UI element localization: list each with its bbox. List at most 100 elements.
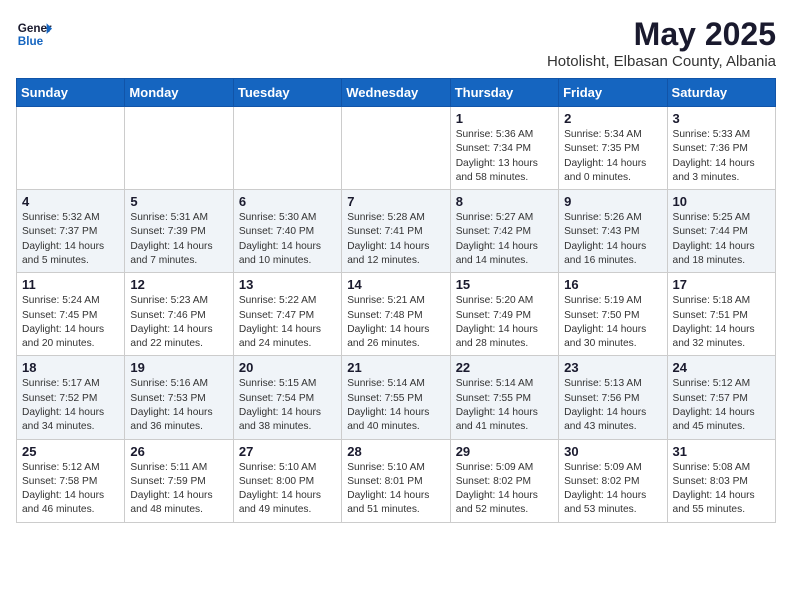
logo-icon: General Blue bbox=[16, 16, 52, 52]
cell-details: Sunrise: 5:10 AMSunset: 8:00 PMDaylight:… bbox=[239, 461, 336, 518]
day-number: 26 bbox=[130, 444, 227, 459]
cell-details: Sunrise: 5:16 AMSunset: 7:53 PMDaylight:… bbox=[130, 377, 227, 434]
calendar-cell: 25 Sunrise: 5:12 AMSunset: 7:58 PMDayligh… bbox=[17, 439, 125, 522]
cell-details: Sunrise: 5:18 AMSunset: 7:51 PMDaylight:… bbox=[673, 294, 770, 351]
calendar-cell: 28Sunrise: 5:10 AMSunset: 8:01 PMDayligh… bbox=[342, 439, 450, 522]
cell-details: Sunrise: 5:12 AMSunset: 7:58 PMDaylight:… bbox=[22, 461, 119, 518]
weekday-header-row: SundayMondayTuesdayWednesdayThursdayFrid… bbox=[17, 79, 776, 107]
svg-text:Blue: Blue bbox=[18, 35, 44, 48]
day-number: 7 bbox=[347, 194, 444, 209]
calendar-cell bbox=[342, 107, 450, 190]
cell-details: Sunrise: 5:19 AMSunset: 7:50 PMDaylight:… bbox=[564, 294, 661, 351]
calendar-cell: 5 Sunrise: 5:31 AMSunset: 7:39 PMDaylight… bbox=[125, 190, 233, 273]
cell-details: Sunrise: 5:23 AMSunset: 7:46 PMDaylight:… bbox=[130, 294, 227, 351]
weekday-header-saturday: Saturday bbox=[667, 79, 775, 107]
cell-details: Sunrise: 5:28 AMSunset: 7:41 PMDaylight:… bbox=[347, 211, 444, 268]
day-number: 29 bbox=[456, 444, 553, 459]
cell-details: Sunrise: 5:34 AMSunset: 7:35 PMDaylight:… bbox=[564, 128, 661, 185]
calendar-cell: 22Sunrise: 5:14 AMSunset: 7:55 PMDayligh… bbox=[450, 356, 558, 439]
day-number: 5 bbox=[130, 194, 227, 209]
calendar-cell: 6 Sunrise: 5:30 AMSunset: 7:40 PMDaylight… bbox=[233, 190, 341, 273]
cell-details: Sunrise: 5:10 AMSunset: 8:01 PMDaylight:… bbox=[347, 461, 444, 518]
calendar-cell: 1 Sunrise: 5:36 AMSunset: 7:34 PMDaylight… bbox=[450, 107, 558, 190]
calendar-cell: 16 Sunrise: 5:19 AMSunset: 7:50 PMDayligh… bbox=[559, 273, 667, 356]
calendar-cell: 29 Sunrise: 5:09 AMSunset: 8:02 PMDayligh… bbox=[450, 439, 558, 522]
calendar-cell: 10 Sunrise: 5:25 AMSunset: 7:44 PMDayligh… bbox=[667, 190, 775, 273]
day-number: 27 bbox=[239, 444, 336, 459]
calendar-cell: 24 Sunrise: 5:12 AMSunset: 7:57 PMDayligh… bbox=[667, 356, 775, 439]
day-number: 31 bbox=[673, 444, 770, 459]
day-number: 8 bbox=[456, 194, 553, 209]
calendar-cell: 2 Sunrise: 5:34 AMSunset: 7:35 PMDaylight… bbox=[559, 107, 667, 190]
week-row-3: 11 Sunrise: 5:24 AMSunset: 7:45 PMDayligh… bbox=[17, 273, 776, 356]
calendar-cell: 13Sunrise: 5:22 AMSunset: 7:47 PMDayligh… bbox=[233, 273, 341, 356]
weekday-header-monday: Monday bbox=[125, 79, 233, 107]
week-row-2: 4Sunrise: 5:32 AMSunset: 7:37 PMDaylight… bbox=[17, 190, 776, 273]
day-number: 6 bbox=[239, 194, 336, 209]
calendar-cell: 31 Sunrise: 5:08 AMSunset: 8:03 PMDayligh… bbox=[667, 439, 775, 522]
calendar-cell: 18 Sunrise: 5:17 AMSunset: 7:52 PMDayligh… bbox=[17, 356, 125, 439]
cell-details: Sunrise: 5:31 AMSunset: 7:39 PMDaylight:… bbox=[130, 211, 227, 268]
week-row-1: 1 Sunrise: 5:36 AMSunset: 7:34 PMDaylight… bbox=[17, 107, 776, 190]
calendar-cell: 17 Sunrise: 5:18 AMSunset: 7:51 PMDayligh… bbox=[667, 273, 775, 356]
calendar-cell: 15Sunrise: 5:20 AMSunset: 7:49 PMDayligh… bbox=[450, 273, 558, 356]
day-number: 17 bbox=[673, 277, 770, 292]
cell-details: Sunrise: 5:21 AMSunset: 7:48 PMDaylight:… bbox=[347, 294, 444, 351]
calendar-cell bbox=[17, 107, 125, 190]
calendar-cell: 23 Sunrise: 5:13 AMSunset: 7:56 PMDayligh… bbox=[559, 356, 667, 439]
day-number: 2 bbox=[564, 111, 661, 126]
cell-details: Sunrise: 5:32 AMSunset: 7:37 PMDaylight:… bbox=[22, 211, 119, 268]
day-number: 23 bbox=[564, 360, 661, 375]
calendar-cell: 9Sunrise: 5:26 AMSunset: 7:43 PMDaylight… bbox=[559, 190, 667, 273]
day-number: 10 bbox=[673, 194, 770, 209]
day-number: 20 bbox=[239, 360, 336, 375]
calendar-cell: 20 Sunrise: 5:15 AMSunset: 7:54 PMDayligh… bbox=[233, 356, 341, 439]
cell-details: Sunrise: 5:33 AMSunset: 7:36 PMDaylight:… bbox=[673, 128, 770, 185]
calendar-cell: 19 Sunrise: 5:16 AMSunset: 7:53 PMDayligh… bbox=[125, 356, 233, 439]
day-number: 18 bbox=[22, 360, 119, 375]
calendar-cell: 14 Sunrise: 5:21 AMSunset: 7:48 PMDayligh… bbox=[342, 273, 450, 356]
month-title: May 2025 bbox=[547, 16, 776, 53]
day-number: 11 bbox=[22, 277, 119, 292]
day-number: 9 bbox=[564, 194, 661, 209]
calendar-cell: 30Sunrise: 5:09 AMSunset: 8:02 PMDayligh… bbox=[559, 439, 667, 522]
location-subtitle: Hotolisht, Elbasan County, Albania bbox=[547, 53, 776, 70]
cell-details: Sunrise: 5:15 AMSunset: 7:54 PMDaylight:… bbox=[239, 377, 336, 434]
cell-details: Sunrise: 5:09 AMSunset: 8:02 PMDaylight:… bbox=[456, 461, 553, 518]
calendar-cell: 7 Sunrise: 5:28 AMSunset: 7:41 PMDaylight… bbox=[342, 190, 450, 273]
cell-details: Sunrise: 5:13 AMSunset: 7:56 PMDaylight:… bbox=[564, 377, 661, 434]
cell-details: Sunrise: 5:09 AMSunset: 8:02 PMDaylight:… bbox=[564, 461, 661, 518]
calendar-cell bbox=[125, 107, 233, 190]
day-number: 13 bbox=[239, 277, 336, 292]
calendar-cell: 21Sunrise: 5:14 AMSunset: 7:55 PMDayligh… bbox=[342, 356, 450, 439]
week-row-5: 25 Sunrise: 5:12 AMSunset: 7:58 PMDayligh… bbox=[17, 439, 776, 522]
day-number: 14 bbox=[347, 277, 444, 292]
logo: General Blue bbox=[16, 16, 52, 52]
day-number: 1 bbox=[456, 111, 553, 126]
cell-details: Sunrise: 5:12 AMSunset: 7:57 PMDaylight:… bbox=[673, 377, 770, 434]
cell-details: Sunrise: 5:24 AMSunset: 7:45 PMDaylight:… bbox=[22, 294, 119, 351]
title-block: May 2025 Hotolisht, Elbasan County, Alba… bbox=[547, 16, 776, 70]
day-number: 3 bbox=[673, 111, 770, 126]
day-number: 25 bbox=[22, 444, 119, 459]
cell-details: Sunrise: 5:30 AMSunset: 7:40 PMDaylight:… bbox=[239, 211, 336, 268]
cell-details: Sunrise: 5:17 AMSunset: 7:52 PMDaylight:… bbox=[22, 377, 119, 434]
day-number: 22 bbox=[456, 360, 553, 375]
cell-details: Sunrise: 5:08 AMSunset: 8:03 PMDaylight:… bbox=[673, 461, 770, 518]
cell-details: Sunrise: 5:27 AMSunset: 7:42 PMDaylight:… bbox=[456, 211, 553, 268]
calendar-cell bbox=[233, 107, 341, 190]
page-header: General Blue May 2025 Hotolisht, Elbasan… bbox=[16, 16, 776, 70]
calendar-cell: 3 Sunrise: 5:33 AMSunset: 7:36 PMDaylight… bbox=[667, 107, 775, 190]
day-number: 19 bbox=[130, 360, 227, 375]
calendar-cell: 4Sunrise: 5:32 AMSunset: 7:37 PMDaylight… bbox=[17, 190, 125, 273]
calendar-cell: 12Sunrise: 5:23 AMSunset: 7:46 PMDayligh… bbox=[125, 273, 233, 356]
cell-details: Sunrise: 5:14 AMSunset: 7:55 PMDaylight:… bbox=[347, 377, 444, 434]
cell-details: Sunrise: 5:25 AMSunset: 7:44 PMDaylight:… bbox=[673, 211, 770, 268]
cell-details: Sunrise: 5:36 AMSunset: 7:34 PMDaylight:… bbox=[456, 128, 553, 185]
cell-details: Sunrise: 5:11 AMSunset: 7:59 PMDaylight:… bbox=[130, 461, 227, 518]
day-number: 16 bbox=[564, 277, 661, 292]
weekday-header-tuesday: Tuesday bbox=[233, 79, 341, 107]
calendar-cell: 26 Sunrise: 5:11 AMSunset: 7:59 PMDayligh… bbox=[125, 439, 233, 522]
weekday-header-friday: Friday bbox=[559, 79, 667, 107]
day-number: 24 bbox=[673, 360, 770, 375]
